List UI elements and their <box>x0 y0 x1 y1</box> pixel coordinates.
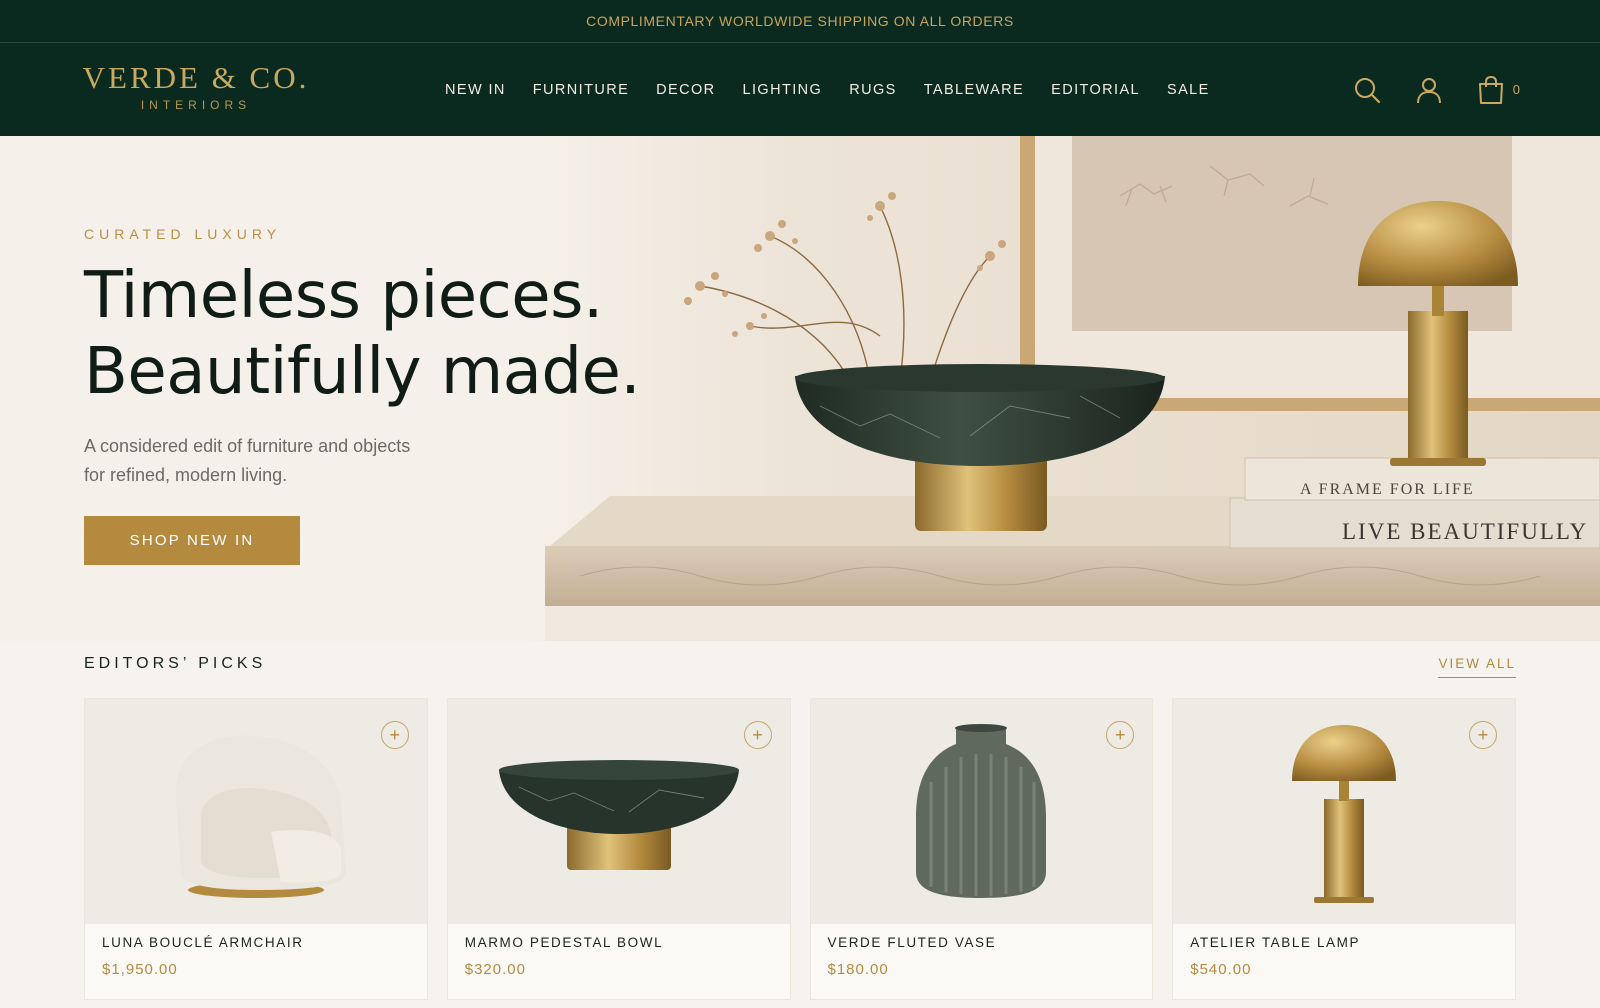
nav-decor[interactable]: DECOR <box>656 82 715 98</box>
hero-copy: CURATED LUXURY Timeless pieces. Beautifu… <box>84 226 684 565</box>
book-title-top: A FRAME FOR LIFE <box>1300 481 1475 498</box>
announcement-bar: COMPLIMENTARY WORLDWIDE SHIPPING ON ALL … <box>0 0 1600 43</box>
product-name[interactable]: VERDE FLUTED VASE <box>828 935 997 950</box>
hero-eyebrow: CURATED LUXURY <box>84 226 282 242</box>
product-card[interactable]: + ATELIER TABLE LAMP $540.00 <box>1172 698 1516 1000</box>
product-card[interactable]: + VERDE FLUTED VASE $180.00 <box>809 698 1154 1000</box>
product-card[interactable]: + LUNA BOUCLÉ ARMCHAIR $1,950.00 <box>84 698 428 1000</box>
nav-rugs[interactable]: RUGS <box>849 82 897 98</box>
nav-furniture[interactable]: FURNITURE <box>533 82 629 98</box>
hero-subtext: A considered edit of furniture and objec… <box>84 432 464 490</box>
brand-name: VERDE & CO. <box>82 60 310 95</box>
product-price: $1,950.00 <box>102 961 178 978</box>
product-image-bowl[interactable] <box>447 699 790 924</box>
search-icon[interactable] <box>1351 74 1383 106</box>
product-name[interactable]: MARMO PEDESTAL BOWL <box>465 935 663 950</box>
hero-banner: A FRAME FOR LIFE LIVE BEAUTIFULLY CURATE… <box>0 136 1600 641</box>
cart-count: 0 <box>1512 82 1520 97</box>
add-to-cart-button[interactable]: + <box>743 721 772 749</box>
nav-new-in[interactable]: NEW IN <box>445 82 506 98</box>
hero-subtext-line2: for refined, modern living. <box>84 465 288 485</box>
nav-tableware[interactable]: TABLEWARE <box>924 82 1024 98</box>
add-to-cart-button[interactable]: + <box>1469 721 1497 749</box>
view-all-link[interactable]: VIEW ALL <box>1438 656 1516 678</box>
announcement-text: COMPLIMENTARY WORLDWIDE SHIPPING ON ALL … <box>586 13 1014 29</box>
shop-new-in-button[interactable]: SHOP NEW IN <box>84 516 300 565</box>
product-price: $180.00 <box>827 961 889 978</box>
site-header: VERDE & CO. INTERIORS NEW IN FURNITURE D… <box>0 43 1600 136</box>
product-image-lamp[interactable] <box>1173 699 1515 924</box>
product-price: $540.00 <box>1190 961 1252 978</box>
nav-editorial[interactable]: EDITORIAL <box>1051 82 1140 98</box>
add-to-cart-button[interactable]: + <box>380 721 409 749</box>
hero-headline: Timeless pieces. Beautifully made. <box>84 258 684 410</box>
product-card[interactable]: + MARMO PEDESTAL BOWL $320.00 <box>446 698 791 1000</box>
hero-headline-line1: Timeless pieces. <box>84 259 603 333</box>
header-actions: 0 <box>1351 43 1520 136</box>
main-nav: NEW IN FURNITURE DECOR LIGHTING RUGS TAB… <box>445 43 1210 136</box>
hero-subtext-line1: A considered edit of furniture and objec… <box>84 436 411 456</box>
nav-lighting[interactable]: LIGHTING <box>743 82 823 98</box>
product-grid: + LUNA BOUCLÉ ARMCHAIR $1,950.00 + MARMO… <box>84 698 1516 1000</box>
product-image-armchair[interactable] <box>85 699 427 924</box>
product-name[interactable]: LUNA BOUCLÉ ARMCHAIR <box>102 935 304 950</box>
brand-logo[interactable]: VERDE & CO. INTERIORS <box>80 60 312 112</box>
shopping-bag-icon <box>1475 74 1507 106</box>
product-image-vase[interactable] <box>810 699 1153 924</box>
product-name[interactable]: ATELIER TABLE LAMP <box>1190 935 1360 950</box>
cart-button[interactable]: 0 <box>1475 74 1520 106</box>
book-title-bottom: LIVE BEAUTIFULLY <box>1342 519 1588 544</box>
hero-headline-line2: Beautifully made. <box>84 335 641 409</box>
product-price: $320.00 <box>464 961 526 978</box>
section-title: EDITORS’ PICKS <box>84 655 267 672</box>
brand-tagline: INTERIORS <box>140 98 252 112</box>
user-icon[interactable] <box>1413 74 1445 106</box>
nav-sale[interactable]: SALE <box>1167 82 1210 98</box>
